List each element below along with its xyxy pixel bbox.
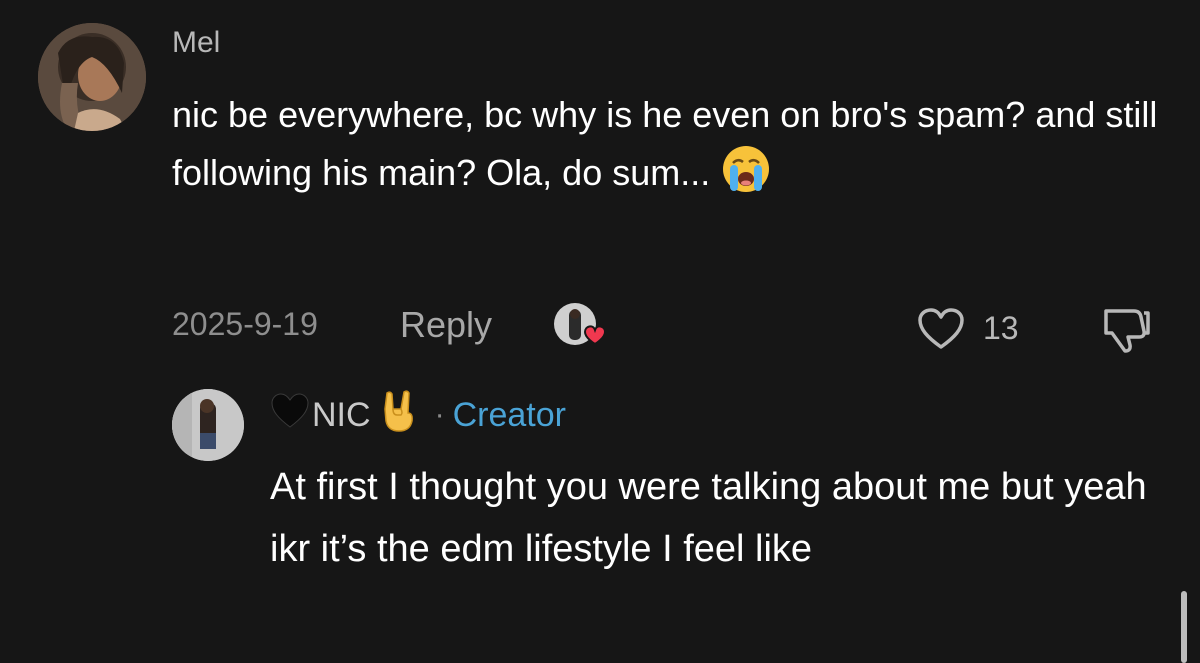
reply-username[interactable]: NIC: [312, 396, 371, 435]
reply-text: At first I thought you were talking abou…: [270, 466, 1147, 570]
creator-liked-icon: [554, 303, 607, 346]
like-button[interactable]: [917, 307, 965, 351]
heart-icon: [918, 308, 964, 349]
thumbs-down-icon: [1104, 309, 1150, 353]
scrollbar[interactable]: [1181, 591, 1187, 663]
dislike-button[interactable]: [1100, 305, 1154, 355]
user-avatar[interactable]: [38, 23, 146, 131]
reply-user-avatar[interactable]: [172, 389, 244, 461]
rock-on-hand-emoji-icon: [379, 389, 419, 442]
reply-header: NIC · Creator: [270, 389, 566, 438]
black-heart-emoji-icon: [270, 392, 310, 438]
like-count: 13: [983, 310, 1019, 346]
creator-liked-indicator: [553, 302, 611, 352]
reply-button[interactable]: Reply: [400, 304, 492, 346]
crying-face-emoji-icon: [720, 143, 772, 195]
avatar-photo: [172, 389, 244, 461]
comment-date: 2025-9-19: [172, 306, 318, 342]
separator-dot: ·: [434, 398, 445, 431]
avatar-photo: [38, 23, 146, 131]
creator-badge: Creator: [452, 395, 566, 434]
comment-text: nic be everywhere, bc why is he even on …: [172, 86, 1172, 201]
comment-username[interactable]: Mel: [172, 26, 220, 60]
comment-body: nic be everywhere, bc why is he even on …: [172, 94, 1158, 193]
